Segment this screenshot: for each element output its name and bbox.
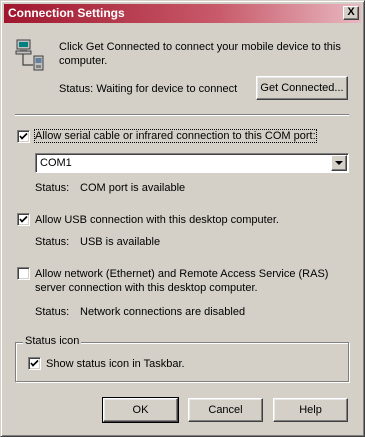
connection-status: Status: Waiting for device to connect [59, 83, 237, 95]
intro-line-2: computer. [59, 55, 108, 67]
usb-status-label: Status: [35, 236, 70, 248]
serial-status-value: COM port is available [80, 182, 186, 194]
mobile-device-icon [15, 39, 47, 73]
usb-checkbox[interactable] [17, 213, 30, 226]
cancel-button[interactable]: Cancel [188, 398, 263, 422]
intro-line-1: Click Get Connected to connect your mobi… [59, 41, 341, 53]
status-value: Waiting for device to connect [96, 83, 238, 95]
network-label-line-1[interactable]: Allow network (Ethernet) and Remote Acce… [35, 268, 328, 280]
network-checkbox[interactable] [17, 267, 30, 280]
separator [15, 114, 349, 116]
serial-label[interactable]: Allow serial cable or infrared connectio… [34, 129, 317, 143]
chevron-down-icon [335, 161, 343, 165]
serial-checkbox[interactable] [17, 130, 30, 143]
ok-button[interactable]: OK [102, 397, 179, 423]
status-label: Status: [59, 83, 94, 95]
usb-label[interactable]: Allow USB connection with this desktop c… [35, 214, 279, 226]
network-status-label: Status: [35, 306, 70, 318]
window-title: Connection Settings [8, 6, 125, 20]
show-status-icon-checkbox[interactable] [28, 357, 41, 370]
serial-status-label: Status: [35, 182, 70, 194]
get-connected-button[interactable]: Get Connected... [256, 76, 348, 100]
show-status-icon-label[interactable]: Show status icon in Taskbar. [46, 358, 185, 370]
title-bar[interactable]: Connection Settings X [4, 4, 361, 23]
com-port-value: COM1 [40, 157, 72, 169]
help-button[interactable]: Help [273, 398, 348, 422]
status-icon-group-label: Status icon [23, 335, 82, 347]
close-icon: X [347, 6, 355, 18]
network-status-value: Network connections are disabled [80, 306, 246, 318]
network-label-line-2[interactable]: server connection with this desktop comp… [35, 282, 258, 294]
close-button[interactable]: X [343, 6, 359, 20]
com-port-select[interactable]: COM1 [35, 153, 349, 173]
connection-settings-dialog: Connection Settings X Click Get Connecte… [0, 0, 365, 437]
usb-status-value: USB is available [80, 236, 161, 248]
dropdown-button[interactable] [331, 155, 347, 171]
serial-status: Status: [35, 182, 69, 194]
